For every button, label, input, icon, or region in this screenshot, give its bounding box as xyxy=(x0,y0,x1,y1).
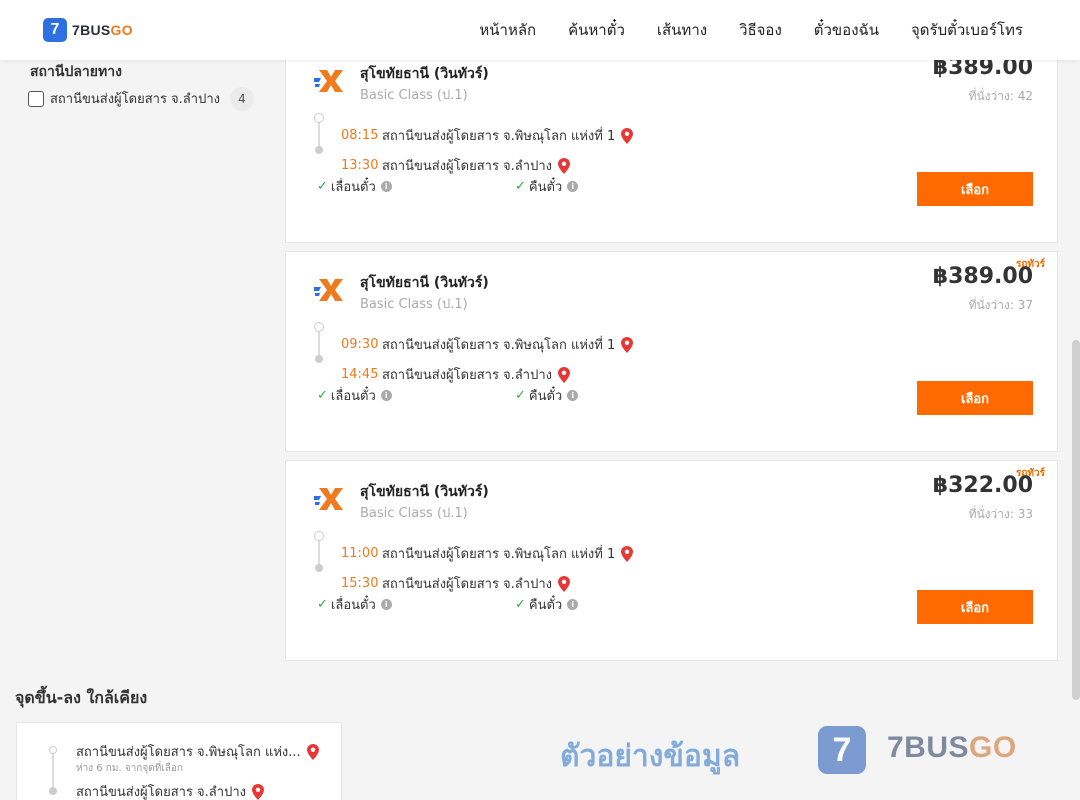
nav-ticket-pickup-phone[interactable]: จุดรับตั๋วเบอร์โทร xyxy=(911,18,1023,42)
nearby-stops-card[interactable]: สถานีขนส่งผู้โดยสาร จ.พิษณุโลก แห่ง... ห… xyxy=(16,722,342,800)
feature-change-ticket: ✓ เลื่อนตั๋ว i xyxy=(317,385,392,406)
watermark-logo-icon: 7 xyxy=(818,726,866,774)
main-nav: หน้าหลัก ค้นหาตั๋ว เส้นทาง วิธีจอง ตั๋วข… xyxy=(479,0,1023,60)
feature-refund-ticket: ✓ คืนตั๋ว i xyxy=(515,385,579,406)
page-scrollbar[interactable] xyxy=(1072,340,1080,700)
map-pin-icon[interactable] xyxy=(621,336,634,353)
nav-search-ticket[interactable]: ค้นหาตั๋ว xyxy=(568,18,625,42)
map-pin-icon[interactable] xyxy=(251,783,264,800)
arrive-stop: 15:30 สถานีขนส่งผู้โดยสาร จ.ลำปาง xyxy=(341,573,570,594)
bus-class: Basic Class (ป.1) xyxy=(360,506,468,521)
filter-option[interactable]: สถานีขนส่งผู้โดยสาร จ.ลำปาง 4 xyxy=(28,87,254,111)
arrive-place: สถานีขนส่งผู้โดยสาร จ.ลำปาง xyxy=(382,159,552,174)
info-icon[interactable]: i xyxy=(567,390,579,401)
select-trip-button[interactable]: เลือก xyxy=(917,381,1033,415)
filter-title: สถานีปลายทาง xyxy=(30,64,122,80)
map-pin-icon[interactable] xyxy=(557,366,570,383)
sample-data-watermark: ตัวอย่างข้อมูล xyxy=(560,739,741,774)
select-trip-button[interactable]: เลือก xyxy=(917,172,1033,206)
check-icon: ✓ xyxy=(515,179,526,194)
arrive-stop: 14:45 สถานีขนส่งผู้โดยสาร จ.ลำปาง xyxy=(341,364,570,385)
info-icon[interactable]: i xyxy=(380,181,392,192)
nearby-stop-destination: สถานีขนส่งผู้โดยสาร จ.ลำปาง xyxy=(76,781,264,800)
depart-place: สถานีขนส่งผู้โดยสาร จ.พิษณุโลก แห่งที่ 1 xyxy=(382,338,616,353)
depart-dot-icon xyxy=(314,113,324,123)
depart-stop: 09:30 สถานีขนส่งผู้โดยสาร จ.พิษณุโลก แห่… xyxy=(341,334,634,355)
info-icon[interactable]: i xyxy=(380,599,392,610)
depart-stop: 08:15 สถานีขนส่งผู้โดยสาร จ.พิษณุโลก แห่… xyxy=(341,125,634,146)
info-icon[interactable]: i xyxy=(567,599,579,610)
nearby-stops-title: จุดขึ้น-ลง ใกล้เคียง xyxy=(15,688,148,707)
seats-available: ที่นั่งว่าง: 37 xyxy=(968,298,1033,312)
arrive-dot-icon xyxy=(315,564,323,572)
bus-class: Basic Class (ป.1) xyxy=(360,88,468,103)
nav-routes[interactable]: เส้นทาง xyxy=(657,18,707,42)
map-pin-icon[interactable] xyxy=(621,127,634,144)
arrive-place: สถานีขนส่งผู้โดยสาร จ.ลำปาง xyxy=(382,368,552,383)
seats-available: ที่นั่งว่าง: 33 xyxy=(968,507,1033,521)
logo-text: 7BUSGO xyxy=(72,22,133,38)
nav-how-to-book[interactable]: วิธีจอง xyxy=(739,18,782,42)
nav-my-tickets[interactable]: ตั๋วของฉัน xyxy=(814,18,879,42)
info-icon[interactable]: i xyxy=(567,181,579,192)
info-icon[interactable]: i xyxy=(380,390,392,401)
map-pin-icon[interactable] xyxy=(557,157,570,174)
feature-change-ticket: ✓ เลื่อนตั๋ว i xyxy=(317,176,392,197)
trip-price: ฿322.00 xyxy=(932,473,1033,498)
filter-option-label: สถานีขนส่งผู้โดยสาร จ.ลำปาง xyxy=(50,92,220,107)
nav-home[interactable]: หน้าหลัก xyxy=(479,18,536,42)
arrive-dot-icon xyxy=(315,355,323,363)
check-icon: ✓ xyxy=(317,179,328,194)
depart-dot-icon xyxy=(314,531,324,541)
arrive-time: 15:30 xyxy=(341,576,379,591)
trip-card: รถทัวร์ สุโขทัยธานี (วินทัวร์) Basic Cla… xyxy=(285,460,1058,661)
operator-logo-icon xyxy=(314,70,343,92)
trip-card: สุโขทัยธานี (วินทัวร์) Basic Class (ป.1)… xyxy=(285,42,1058,243)
operator-name: สุโขทัยธานี (วินทัวร์) xyxy=(360,484,489,500)
top-header: 7 7BUSGO หน้าหลัก ค้นหาตั๋ว เส้นทาง วิธี… xyxy=(0,0,1080,60)
trip-card: รถทัวร์ สุโขทัยธานี (วินทัวร์) Basic Cla… xyxy=(285,251,1058,452)
depart-place: สถานีขนส่งผู้โดยสาร จ.พิษณุโลก แห่งที่ 1 xyxy=(382,547,616,562)
operator-logo-icon xyxy=(314,488,343,510)
arrive-time: 13:30 xyxy=(341,158,379,173)
logo-mark-icon: 7 xyxy=(43,18,67,42)
check-icon: ✓ xyxy=(317,597,328,612)
trip-price: ฿389.00 xyxy=(932,264,1033,289)
nearby-distance: ห่าง 6 กม. จากจุดที่เลือก xyxy=(76,763,183,774)
check-icon: ✓ xyxy=(317,388,328,403)
nearby-stop-origin: สถานีขนส่งผู้โดยสาร จ.พิษณุโลก แห่ง... xyxy=(76,741,319,762)
depart-stop: 11:00 สถานีขนส่งผู้โดยสาร จ.พิษณุโลก แห่… xyxy=(341,543,634,564)
feature-refund-ticket: ✓ คืนตั๋ว i xyxy=(515,176,579,197)
route-line xyxy=(52,754,54,788)
map-pin-icon[interactable] xyxy=(557,575,570,592)
operator-logo-icon xyxy=(314,279,343,301)
depart-dot-icon xyxy=(49,746,57,754)
depart-time: 09:30 xyxy=(341,337,379,352)
bus-class: Basic Class (ป.1) xyxy=(360,297,468,312)
seats-available: ที่นั่งว่าง: 42 xyxy=(968,89,1033,103)
arrive-dot-icon xyxy=(315,146,323,154)
operator-name: สุโขทัยธานี (วินทัวร์) xyxy=(360,66,489,82)
select-trip-button[interactable]: เลือก xyxy=(917,590,1033,624)
filter-checkbox[interactable] xyxy=(28,90,44,107)
arrive-time: 14:45 xyxy=(341,367,379,382)
watermark-brand: 7BUSGO xyxy=(887,731,1017,764)
depart-time: 11:00 xyxy=(341,546,379,561)
arrive-dot-icon xyxy=(49,787,57,795)
check-icon: ✓ xyxy=(515,597,526,612)
feature-refund-ticket: ✓ คืนตั๋ว i xyxy=(515,594,579,615)
map-pin-icon[interactable] xyxy=(306,743,319,760)
operator-name: สุโขทัยธานี (วินทัวร์) xyxy=(360,275,489,291)
site-logo[interactable]: 7 7BUSGO xyxy=(43,18,133,42)
map-pin-icon[interactable] xyxy=(621,545,634,562)
depart-dot-icon xyxy=(314,322,324,332)
depart-time: 08:15 xyxy=(341,128,379,143)
filter-count-badge: 4 xyxy=(230,87,254,111)
depart-place: สถานีขนส่งผู้โดยสาร จ.พิษณุโลก แห่งที่ 1 xyxy=(382,129,616,144)
arrive-stop: 13:30 สถานีขนส่งผู้โดยสาร จ.ลำปาง xyxy=(341,155,570,176)
feature-change-ticket: ✓ เลื่อนตั๋ว i xyxy=(317,594,392,615)
check-icon: ✓ xyxy=(515,388,526,403)
arrive-place: สถานีขนส่งผู้โดยสาร จ.ลำปาง xyxy=(382,577,552,592)
